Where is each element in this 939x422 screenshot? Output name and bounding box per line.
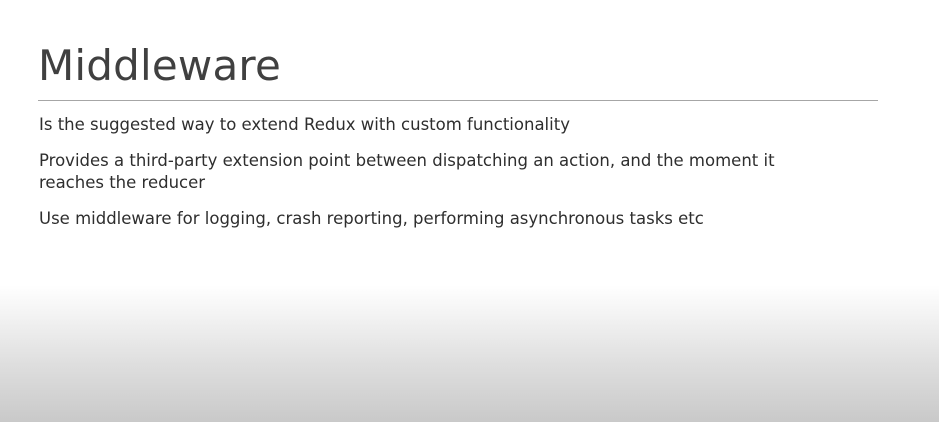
presentation-slide: Middleware Is the suggested way to exten… <box>0 0 939 422</box>
bullet-item: Is the suggested way to extend Redux wit… <box>39 115 570 134</box>
title-divider <box>38 100 878 101</box>
slide-title: Middleware <box>38 41 282 90</box>
bullet-list: Is the suggested way to extend Redux wit… <box>39 114 839 244</box>
bullet-item: Use middleware for logging, crash report… <box>39 209 704 228</box>
bullet-item: Provides a third-party extension point b… <box>39 151 775 192</box>
